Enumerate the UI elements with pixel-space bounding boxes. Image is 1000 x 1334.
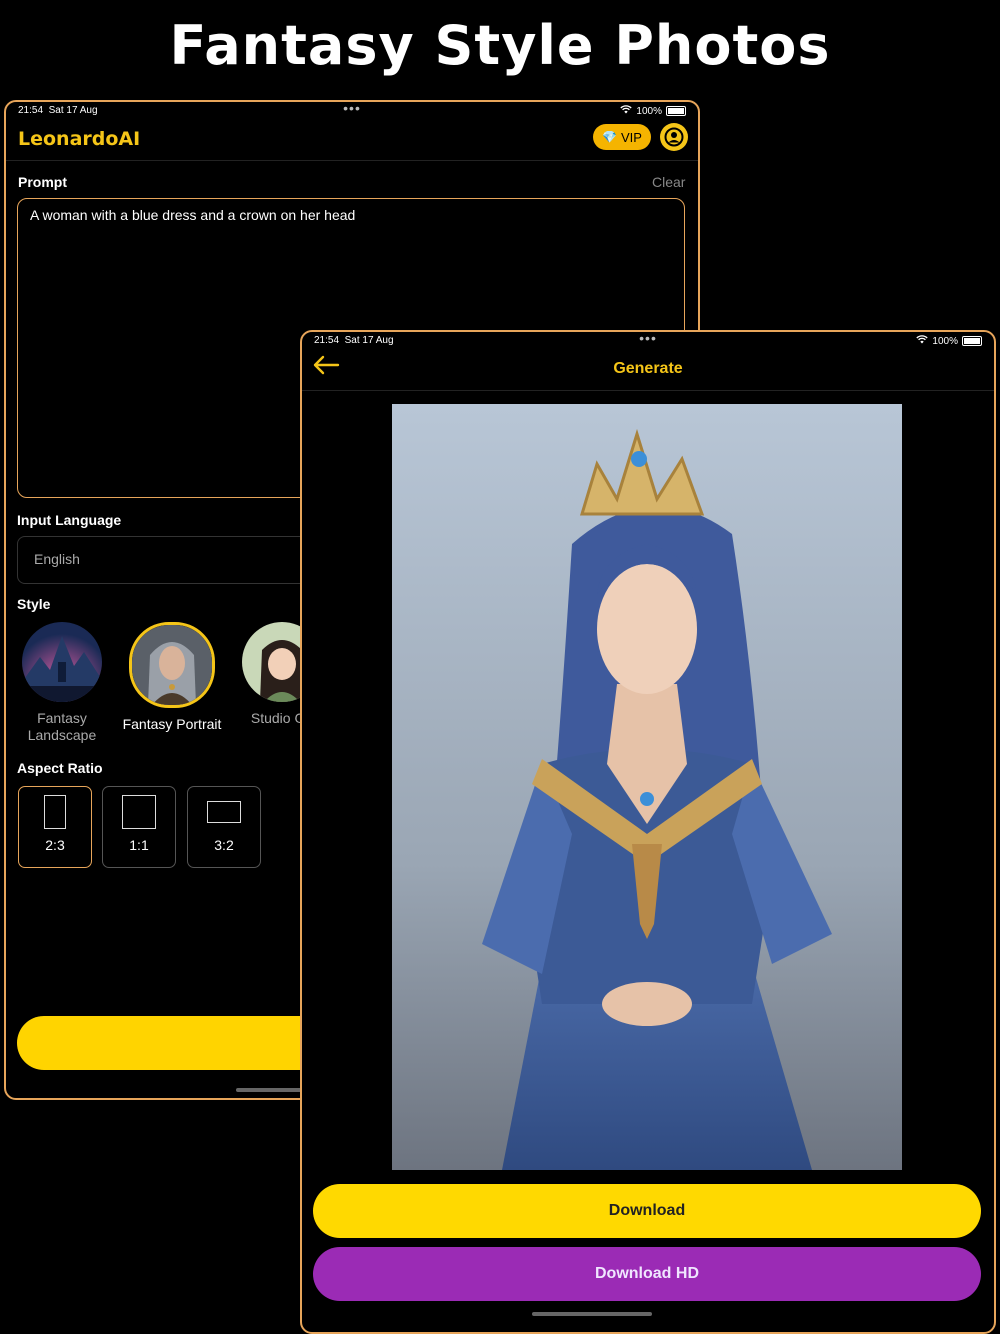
download-hd-button[interactable]: Download HD	[313, 1247, 981, 1301]
generated-image[interactable]	[392, 404, 902, 1170]
style-fantasy-portrait[interactable]: Fantasy Portrait	[122, 622, 222, 733]
ratio-2-3[interactable]: 2:3	[18, 786, 92, 868]
battery-percent: 100%	[932, 335, 958, 347]
home-indicator	[532, 1312, 652, 1316]
language-label: Input Language	[17, 512, 122, 528]
vip-button[interactable]: 💎 VIP	[593, 124, 651, 150]
status-time: 21:54 Sat 17 Aug	[314, 335, 394, 346]
aspect-ratio-label: Aspect Ratio	[17, 760, 103, 776]
header-divider	[6, 160, 698, 161]
square-ratio-icon	[122, 795, 156, 829]
wifi-icon	[916, 335, 929, 347]
page-title: Generate	[613, 360, 683, 377]
vip-label: VIP	[620, 129, 642, 145]
style-label: Style	[17, 596, 51, 612]
diamond-icon: 💎	[602, 130, 617, 144]
battery-icon	[666, 106, 686, 116]
status-right: 100%	[916, 335, 982, 347]
fantasy-landscape-thumb	[22, 622, 102, 702]
status-bar: 21:54 Sat 17 Aug ••• 100%	[302, 332, 994, 352]
app-brand: LeonardoAI	[18, 128, 141, 150]
clear-button[interactable]: Clear	[652, 174, 685, 190]
result-screen: 21:54 Sat 17 Aug ••• 100% Generate Downl…	[300, 330, 996, 1334]
portrait-ratio-icon	[44, 795, 66, 829]
status-bar: 21:54 Sat 17 Aug ••• 100%	[6, 102, 698, 122]
ratio-3-2[interactable]: 3:2	[187, 786, 261, 868]
ratio-label: 3:2	[214, 837, 234, 853]
profile-button[interactable]	[660, 123, 688, 151]
multitask-dots-icon[interactable]: •••	[639, 332, 657, 346]
fantasy-portrait-thumb	[129, 622, 215, 708]
language-value: English	[34, 551, 80, 567]
wifi-icon	[620, 105, 633, 117]
style-name: Fantasy Landscape	[27, 710, 97, 743]
header-divider	[302, 390, 994, 391]
multitask-dots-icon[interactable]: •••	[343, 102, 361, 116]
prompt-label: Prompt	[18, 174, 67, 190]
status-right: 100%	[620, 105, 686, 117]
battery-percent: 100%	[636, 105, 662, 117]
landscape-ratio-icon	[207, 801, 241, 823]
style-name: Fantasy Portrait	[122, 716, 222, 732]
download-button[interactable]: Download	[313, 1184, 981, 1238]
headline: Fantasy Style Photos	[169, 14, 831, 77]
status-time: 21:54 Sat 17 Aug	[18, 105, 98, 116]
user-icon	[664, 127, 684, 147]
ratio-label: 2:3	[45, 837, 65, 853]
battery-icon	[962, 336, 982, 346]
ratio-label: 1:1	[129, 837, 149, 853]
ratio-1-1[interactable]: 1:1	[102, 786, 176, 868]
style-fantasy-landscape[interactable]: Fantasy Landscape	[12, 622, 112, 744]
